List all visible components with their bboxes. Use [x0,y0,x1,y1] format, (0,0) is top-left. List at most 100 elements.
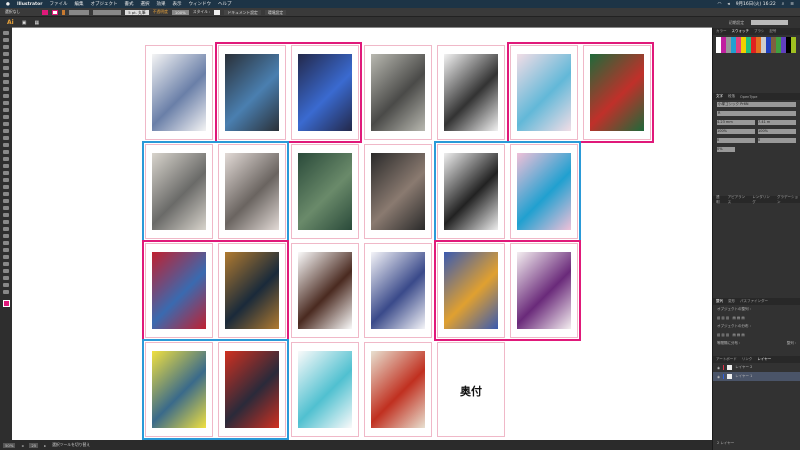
menu-type[interactable]: 書式 [124,1,133,7]
tool-button[interactable] [3,206,9,210]
artboard[interactable] [364,243,432,338]
tab-pathfinder[interactable]: パスファインダー [740,299,768,304]
layer-row[interactable]: ◉ レイヤー 2 [713,363,800,372]
artboard[interactable] [145,45,213,140]
workspace-switcher[interactable]: 初期設定 [729,20,744,26]
tool-button[interactable] [3,115,9,119]
swatch-grid[interactable] [713,35,800,93]
tool-button[interactable] [3,59,9,63]
tool-button[interactable] [3,87,9,91]
tab-paragraph[interactable]: 段落 [728,94,735,99]
tool-button[interactable] [3,178,9,182]
tab-links[interactable]: リンク [742,357,753,362]
tool-button[interactable] [3,234,9,238]
menu-object[interactable]: オブジェクト [90,1,117,7]
document-setup-button[interactable]: ドキュメント設定 [224,9,261,15]
tool-button[interactable] [3,241,9,245]
font-family-field[interactable]: 小塚ゴシック Pr6N [717,102,796,107]
artboard[interactable] [291,342,359,437]
tool-button[interactable] [3,248,9,252]
fill-swatch[interactable] [42,9,49,15]
tool-button[interactable] [3,255,9,259]
tab-transform[interactable]: 変形 [728,299,735,304]
tool-button[interactable] [3,108,9,112]
tool-button[interactable] [3,66,9,70]
tool-button[interactable] [3,192,9,196]
align-buttons[interactable]: ▥ ▥ ▥ ▤ ▤ ▤ [713,314,800,322]
notification-list-icon[interactable]: ≡ [790,2,794,7]
layer-name[interactable]: レイヤー 2 [735,365,752,370]
tab-gradient[interactable]: グラデーション [777,195,800,205]
visibility-icon[interactable]: ◉ [717,366,720,370]
tab-symbols[interactable]: 記号 [769,29,776,34]
tsume-field[interactable]: 0% [717,147,735,152]
tool-button[interactable] [3,185,9,189]
stroke-swatch[interactable] [52,9,59,15]
preferences-button[interactable]: 環境設定 [264,9,287,15]
tab-opentype[interactable]: OpenType [740,95,757,99]
visibility-icon[interactable]: ◉ [717,375,720,379]
menu-view[interactable]: 表示 [172,1,181,7]
tool-button[interactable] [3,150,9,154]
zoom-field[interactable]: 50% [3,442,16,448]
tool-button[interactable] [3,129,9,133]
tab-rendering[interactable]: レンダリング [752,195,772,205]
tool-button[interactable] [3,227,9,231]
next-artboard-icon[interactable]: ▸ [44,443,46,448]
bridge-icon[interactable]: ▣ [22,20,27,26]
tool-button[interactable] [3,80,9,84]
tab-color[interactable]: カラー [716,29,727,34]
fill-stroke-indicator[interactable] [2,300,10,307]
brush-definition-dropdown[interactable]: 5 pt. 丸筆 [125,9,149,15]
artboard[interactable] [364,342,432,437]
distribute-buttons[interactable]: ▥ ▥ ▥ ▤ ▤ ▤ [713,331,800,339]
menu-edit[interactable]: 編集 [74,1,83,7]
opacity-label[interactable]: 不透明度 [153,9,168,15]
style-swatch[interactable] [214,9,221,15]
vertical-scale-field[interactable]: 100% [717,129,755,134]
artboard-number[interactable]: 25 [29,442,39,448]
tab-align[interactable]: 整列 [716,299,723,304]
tool-button[interactable] [3,276,9,280]
tool-button[interactable] [3,52,9,56]
variable-width-field[interactable] [93,9,122,15]
canvas[interactable]: 奥付 [12,28,712,440]
stroke-weight-icon[interactable] [62,9,66,15]
tab-appearance[interactable]: アピアランス [728,195,748,205]
prev-artboard-icon[interactable]: ◂ [21,443,23,448]
menu-effect[interactable]: 効果 [156,1,165,7]
tool-button[interactable] [3,101,9,105]
tool-button[interactable] [3,283,9,287]
current-tool-status[interactable]: 選択ツールを切り替え [52,442,90,448]
tool-button[interactable] [3,171,9,175]
artboard[interactable]: 奥付 [437,342,505,437]
swatch[interactable] [791,49,796,53]
apple-icon[interactable]: ● [6,2,10,7]
tab-swatches[interactable]: スウォッチ [732,29,750,34]
tool-button[interactable] [3,164,9,168]
tool-button[interactable] [3,262,9,266]
menu-window[interactable]: ウィンドウ [188,1,211,7]
tab-artboards[interactable]: アートボード [716,357,737,362]
arrange-documents-icon[interactable]: ▦ [34,20,39,26]
tool-button[interactable] [3,38,9,42]
tab-character[interactable]: 文字 [716,94,723,99]
horizontal-scale-field[interactable]: 100% [758,129,796,134]
tool-button[interactable] [3,122,9,126]
tool-button[interactable] [3,290,9,294]
kerning-field[interactable]: 0 [717,138,755,143]
tool-button[interactable] [3,73,9,77]
tool-button[interactable] [3,213,9,217]
artboard[interactable] [437,45,505,140]
tab-layers[interactable]: レイヤー [757,357,771,362]
leading-field[interactable]: 7.41 m [758,120,796,125]
volume-icon[interactable]: ◂ [727,2,729,7]
wifi-icon[interactable]: ◠ [717,2,721,7]
layer-row[interactable]: ◉ レイヤー 1 [713,372,800,381]
layer-name[interactable]: レイヤー 1 [735,374,752,379]
tracking-field[interactable]: 0 [758,138,796,143]
menu-app[interactable]: Illustrator [17,2,43,7]
tool-button[interactable] [3,31,9,35]
tool-button[interactable] [3,157,9,161]
tool-button[interactable] [3,143,9,147]
